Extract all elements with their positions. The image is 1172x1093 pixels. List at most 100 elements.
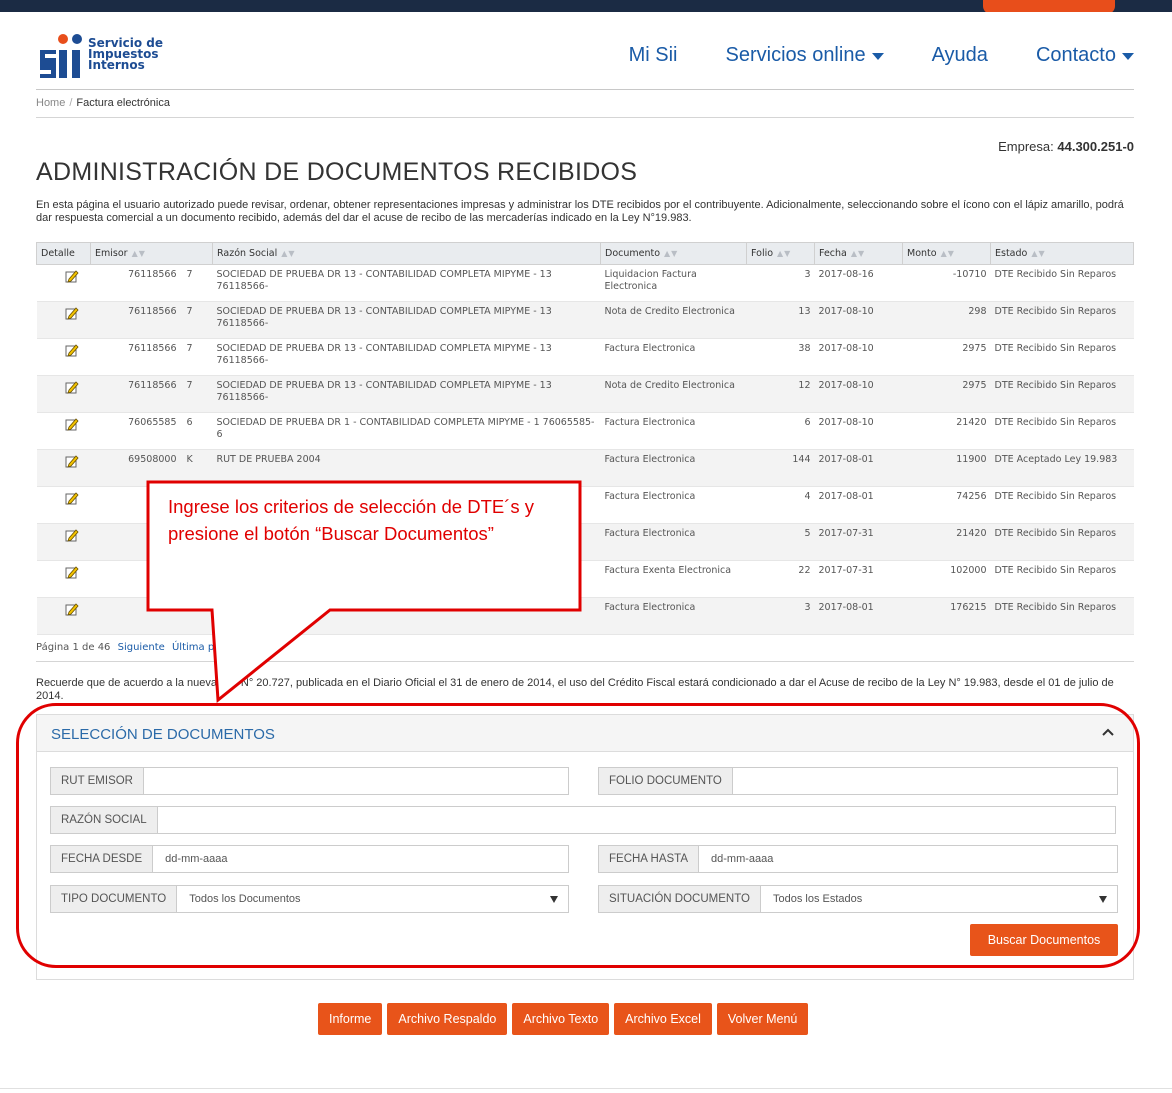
cell-folio: 4 (746, 486, 815, 524)
edit-pencil-icon[interactable] (65, 528, 79, 542)
table-row: 76118566 7 SOCIEDAD DE PRUEBA DR 13 - CONT… (36, 338, 1134, 376)
top-bar-button[interactable] (983, 0, 1115, 12)
buscar-documentos-button[interactable]: Buscar Documentos (970, 924, 1118, 956)
cell-documento: Factura Electronica (600, 486, 747, 524)
sort-icon[interactable]: ▲▼ (941, 249, 955, 258)
edit-pencil-icon[interactable] (65, 380, 79, 394)
razon-social-label: RAZÓN SOCIAL (51, 807, 158, 833)
sort-icon[interactable]: ▲▼ (777, 249, 791, 258)
fecha-desde-input[interactable]: dd-mm-aaaa (153, 846, 568, 872)
folio-input[interactable] (733, 768, 1117, 794)
cell-estado: DTE Recibido Sin Reparos (990, 412, 1134, 450)
col-detalle: Detalle (36, 242, 91, 265)
cell-dv: 7 (182, 301, 213, 339)
table-row: 76118566 7 SOCIEDAD DE PRUEBA DR 13 - CONT… (36, 301, 1134, 339)
cell-detalle (36, 560, 91, 598)
sii-logo[interactable]: Servicio de Impuestos Internos (36, 30, 176, 82)
nav-servicios-online[interactable]: Servicios online (726, 44, 884, 67)
col-emisor[interactable]: Emisor ▲▼ (90, 242, 183, 265)
cell-folio: 3 (746, 597, 815, 635)
cell-estado: DTE Recibido Sin Reparos (990, 375, 1134, 413)
cell-dv: 7 (182, 375, 213, 413)
breadcrumb-divider (36, 117, 1134, 118)
rut-emisor-field: RUT EMISOR (50, 767, 569, 795)
edit-pencil-icon[interactable] (65, 417, 79, 431)
sort-icon[interactable]: ▲▼ (851, 249, 865, 258)
empresa-label: Empresa: (998, 139, 1054, 154)
selection-panel-header[interactable]: SELECCIÓN DE DOCUMENTOS (37, 715, 1133, 752)
page-title: ADMINISTRACIÓN DE DOCUMENTOS RECIBIDOS (36, 158, 638, 186)
situacion-documento-value: Todos los Estados (773, 893, 863, 905)
edit-pencil-icon[interactable] (65, 565, 79, 579)
sort-icon[interactable]: ▲▼ (281, 249, 295, 258)
cell-detalle (36, 412, 91, 450)
edit-pencil-icon[interactable] (65, 602, 79, 616)
col-documento[interactable]: Documento ▲▼ (600, 242, 747, 265)
nav-contacto-label: Contacto (1035, 44, 1116, 66)
documents-table: Detalle Emisor ▲▼ Razón Social ▲▼ Document… (36, 242, 1134, 635)
table-row: 69508000 K RUT DE PRUEBA 2004 Factura Elect… (36, 449, 1134, 487)
col-razon-social[interactable]: Razón Social ▲▼ (212, 242, 601, 265)
col-folio-label: Folio (751, 248, 774, 259)
col-fecha-label: Fecha (819, 248, 847, 259)
cell-razon: SOCIEDAD DE PRUEBA DR 13 - CONTABILIDAD … (212, 375, 601, 413)
cell-folio: 144 (746, 449, 815, 487)
cell-fecha: 2017-08-01 (814, 449, 903, 487)
empresa-info: Empresa: 44.300.251-0 (998, 139, 1134, 154)
edit-pencil-icon[interactable] (65, 269, 79, 283)
situacion-documento-field: SITUACIÓN DOCUMENTO Todos los Estados (598, 885, 1118, 913)
sort-icon[interactable]: ▲▼ (132, 249, 146, 258)
edit-pencil-icon[interactable] (65, 491, 79, 505)
rut-emisor-input[interactable] (144, 768, 568, 794)
cell-monto: 21420 (902, 523, 991, 561)
situacion-documento-label: SITUACIÓN DOCUMENTO (599, 886, 761, 912)
sort-icon[interactable]: ▲▼ (1031, 249, 1045, 258)
cell-documento: Factura Electronica (600, 338, 747, 376)
fecha-hasta-input[interactable]: dd-mm-aaaa (699, 846, 1117, 872)
cell-monto: 176215 (902, 597, 991, 635)
col-documento-label: Documento (605, 248, 661, 259)
cell-documento: Factura Exenta Electronica (600, 560, 747, 598)
col-estado-label: Estado (995, 248, 1028, 259)
cell-monto: 298 (902, 301, 991, 339)
informe-button[interactable]: Informe (318, 1003, 383, 1035)
sort-icon[interactable]: ▲▼ (664, 249, 678, 258)
table-header-row: Detalle Emisor ▲▼ Razón Social ▲▼ Document… (36, 242, 1134, 265)
volver-menu-button[interactable]: Volver Menú (716, 1003, 809, 1035)
razon-social-input[interactable] (158, 807, 1115, 833)
pager-last-link[interactable]: Última pág (172, 642, 227, 653)
archivo-respaldo-button[interactable]: Archivo Respaldo (387, 1003, 508, 1035)
cell-fecha: 2017-08-10 (814, 301, 903, 339)
col-folio[interactable]: Folio ▲▼ (746, 242, 815, 265)
pager-next-link[interactable]: Siguiente (118, 642, 165, 653)
nav-ayuda-label: Ayuda (931, 44, 988, 66)
nav-servicios-online-label: Servicios online (725, 44, 866, 66)
breadcrumb-home[interactable]: Home (36, 97, 65, 109)
archivo-excel-button[interactable]: Archivo Excel (614, 1003, 712, 1035)
nav-contacto[interactable]: Contacto (1036, 44, 1134, 67)
edit-pencil-icon[interactable] (65, 343, 79, 357)
table-row: 76118566 7 SOCIEDAD DE PRUEBA DR 13 - CONT… (36, 264, 1134, 302)
cell-folio: 38 (746, 338, 815, 376)
cell-monto: 2975 (902, 338, 991, 376)
chevron-up-icon[interactable] (1101, 725, 1115, 739)
dropdown-arrow-icon (1099, 896, 1107, 903)
cell-razon (212, 560, 601, 598)
col-estado[interactable]: Estado ▲▼ (990, 242, 1134, 265)
col-fecha[interactable]: Fecha ▲▼ (814, 242, 903, 265)
legal-note: Recuerde que de acuerdo a la nueva Ley N… (36, 677, 1114, 702)
table-row: 7 Factura Electronica 3 2017-08-01 176215 DTE… (36, 597, 1134, 635)
edit-pencil-icon[interactable] (65, 454, 79, 468)
folio-label: FOLIO DOCUMENTO (599, 768, 733, 794)
tipo-documento-value: Todos los Documentos (189, 893, 301, 905)
callout-text: Ingrese los criterios de selección de DT… (168, 496, 535, 544)
col-monto[interactable]: Monto ▲▼ (902, 242, 991, 265)
archivo-texto-button[interactable]: Archivo Texto (512, 1003, 610, 1035)
edit-pencil-icon[interactable] (65, 306, 79, 320)
tipo-documento-select[interactable]: Todos los Documentos (177, 886, 568, 912)
nav-ayuda[interactable]: Ayuda (932, 44, 988, 67)
cell-razon: RUT DE PRUEBA 2004 (212, 449, 601, 487)
nav-mi-sii[interactable]: Mi Sii (629, 44, 678, 67)
fecha-desde-field: FECHA DESDE dd-mm-aaaa (50, 845, 569, 873)
situacion-documento-select[interactable]: Todos los Estados (761, 886, 1117, 912)
